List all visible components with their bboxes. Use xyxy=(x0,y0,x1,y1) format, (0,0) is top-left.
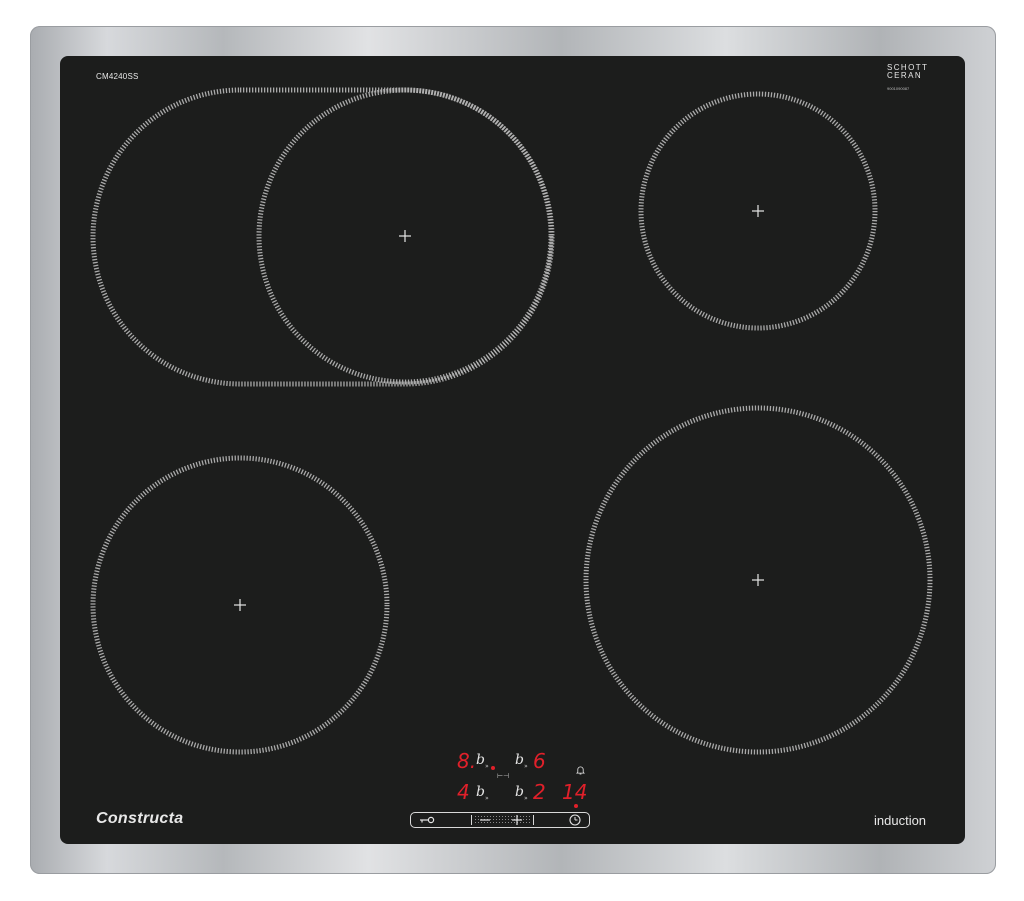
model-number: CM4240SS xyxy=(96,72,139,81)
boost-indicator-rear-left: b» xyxy=(476,752,489,770)
brand-logo: Constructa xyxy=(96,810,184,827)
front-right-level-display: 2 xyxy=(533,780,546,804)
boost-indicator-front-left: b» xyxy=(476,784,489,802)
glass-brand-logo: SCHOTT CERAN xyxy=(887,64,928,80)
front-right-zone-center-mark xyxy=(752,574,764,586)
front-left-zone-center-mark xyxy=(234,599,246,611)
control-separator xyxy=(471,815,472,825)
hob-image: CM4240SS SCHOTT CERAN 9001090087 Constru… xyxy=(0,0,1024,901)
boost-indicator-front-right: b» xyxy=(515,784,528,802)
key-lock-icon[interactable] xyxy=(419,815,435,825)
glass-brand-line2: CERAN xyxy=(887,71,923,80)
rear-left-level-display: 8. xyxy=(457,749,477,773)
plus-icon[interactable] xyxy=(511,814,523,826)
glass-code: 9001090087 xyxy=(887,86,910,91)
induction-label: induction xyxy=(874,813,927,828)
bell-icon xyxy=(576,766,585,775)
clock-icon[interactable] xyxy=(569,814,581,826)
timer-display: 14 xyxy=(562,780,588,804)
touch-control-strip xyxy=(410,812,590,828)
rear-right-level-display: 6 xyxy=(533,749,546,773)
minus-icon[interactable] xyxy=(479,815,491,825)
boost-indicator-rear-right: b» xyxy=(515,752,528,770)
cooking-zones-layer xyxy=(90,87,933,755)
zone-link-icon: ⊢⊣ xyxy=(497,773,510,780)
timer-active-dot xyxy=(574,804,578,808)
rear-left-zone-center-mark xyxy=(399,230,411,242)
front-left-level-display: 4 xyxy=(457,780,470,804)
zone-active-dot xyxy=(491,766,495,770)
flex-zone-outline xyxy=(90,87,555,387)
control-separator xyxy=(533,815,534,825)
rear-right-zone-center-mark xyxy=(752,205,764,217)
